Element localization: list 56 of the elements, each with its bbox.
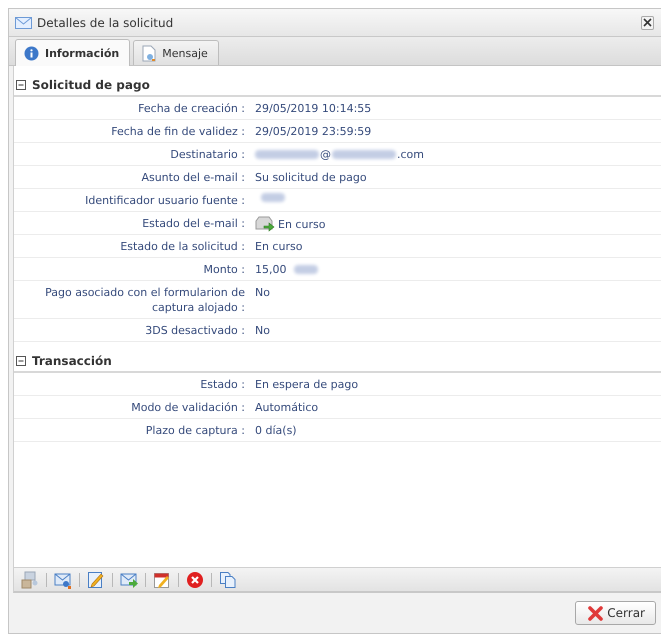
- field-value: @: [320, 147, 331, 162]
- tab[interactable]: Mensaje: [133, 40, 219, 65]
- field-label: Asunto del e-mail :: [140, 170, 245, 186]
- field-value: No: [255, 323, 270, 338]
- close-button[interactable]: [641, 16, 654, 30]
- field-label: Destinatario :: [169, 147, 245, 163]
- field-label: Pago asociado con el formularion de captura alojado :: [44, 285, 245, 316]
- window-title: Detalles de la solicitud: [37, 16, 174, 30]
- copy-icon: [219, 570, 237, 588]
- field-value: .com: [397, 147, 424, 162]
- document-icon: [142, 44, 156, 62]
- collapse-icon[interactable]: [16, 356, 26, 366]
- toolbar-button[interactable]: [218, 570, 238, 590]
- toolbar-button[interactable]: [185, 570, 205, 590]
- field-label: Estado :: [199, 377, 245, 393]
- field-label: Estado del e-mail :: [141, 216, 245, 232]
- section-title: Solicitud de pago: [32, 78, 150, 92]
- section-title: Transacción: [32, 354, 112, 368]
- field-label: Identificador usuario fuente :: [84, 193, 245, 209]
- info-icon: [24, 46, 39, 60]
- toolbar-button[interactable]: [86, 570, 106, 590]
- field-label: 3DS desactivado :: [144, 323, 245, 339]
- calendar-icon: [153, 570, 171, 588]
- field-value: En curso: [255, 239, 302, 254]
- field-value: 29/05/2019 23:59:59: [255, 124, 372, 139]
- envelope-magnifier-icon: [54, 570, 72, 588]
- field-value: En espera de pago: [255, 377, 358, 392]
- field-label: Fecha de creación :: [137, 101, 245, 117]
- mail-send-icon: [255, 216, 275, 232]
- cancel-icon: [186, 570, 204, 588]
- redacted-text: [332, 150, 396, 159]
- redacted-text: [261, 193, 285, 202]
- close-button[interactable]: Cerrar: [575, 601, 656, 625]
- field-value: 29/05/2019 10:14:55: [255, 101, 372, 116]
- collapse-icon[interactable]: [16, 80, 26, 90]
- field-value: 15,00: [255, 262, 286, 277]
- toolbar-button[interactable]: [20, 570, 40, 590]
- tab[interactable]: Información: [15, 39, 130, 66]
- field-label: Plazo de captura :: [144, 423, 245, 439]
- server-icon: [21, 570, 39, 588]
- field-value: Su solicitud de pago: [255, 170, 367, 185]
- redacted-text: [294, 265, 318, 274]
- field-value: 0 día(s): [255, 423, 297, 438]
- envelope-arrow-icon: [120, 570, 138, 588]
- pencil-icon: [87, 570, 105, 588]
- cross-icon: [588, 606, 604, 620]
- field-label: Modo de validación :: [130, 400, 245, 416]
- field-value: En curso: [278, 216, 326, 232]
- field-value: Automático: [255, 400, 318, 415]
- field-value: No: [255, 285, 270, 300]
- close-icon: [643, 18, 652, 27]
- redacted-text: [255, 150, 319, 159]
- field-label: Estado de la solicitud :: [119, 239, 245, 255]
- field-label: Fecha de fin de validez :: [110, 124, 245, 140]
- envelope-icon: [15, 16, 32, 28]
- field-label: Monto :: [202, 262, 245, 278]
